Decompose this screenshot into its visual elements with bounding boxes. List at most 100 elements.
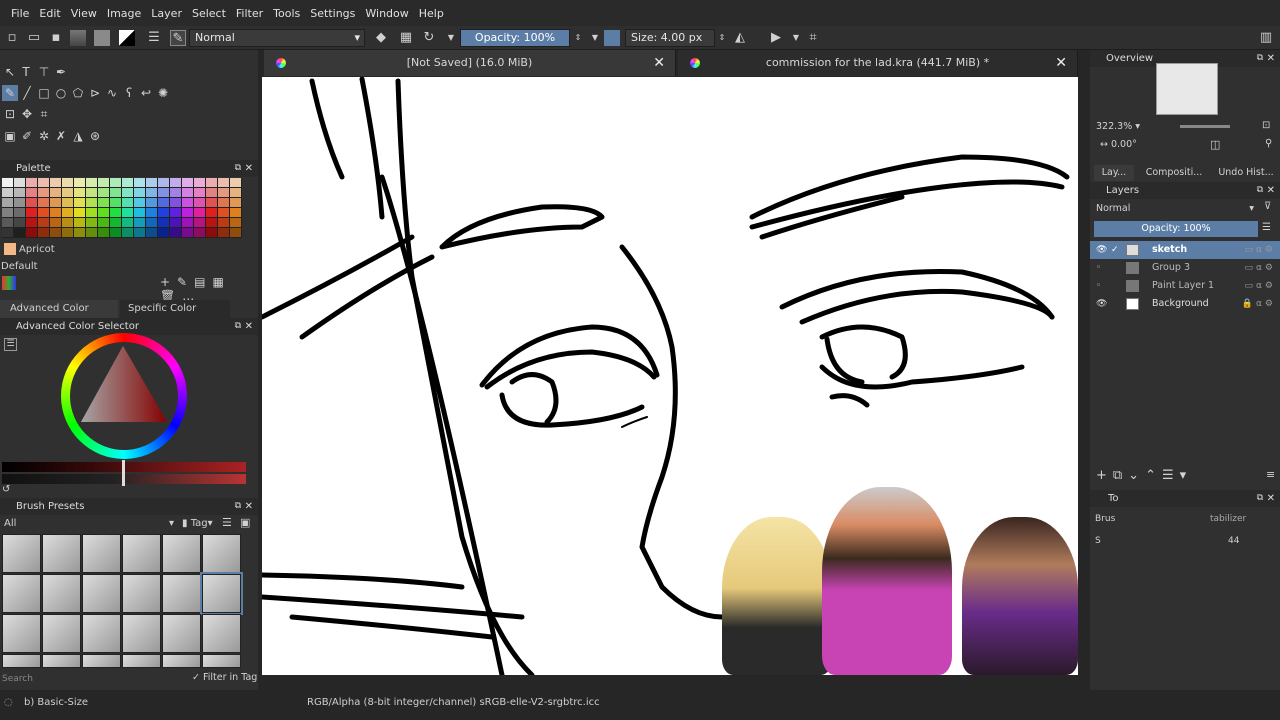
- text-tool-icon[interactable]: T: [18, 64, 34, 80]
- menu-image[interactable]: Image: [102, 7, 146, 20]
- palette-actions[interactable]: +✎▤▦🗑…: [160, 275, 258, 303]
- palette-swatch[interactable]: [194, 178, 206, 188]
- zoom-level[interactable]: 322.3% ▾: [1096, 121, 1140, 132]
- freehand-brush-icon[interactable]: ✎: [2, 85, 18, 101]
- layer-row-sketch[interactable]: 👁 ✓ sketch ▭α⚙: [1090, 241, 1280, 259]
- palette-chooser-icon[interactable]: [2, 276, 16, 290]
- brush-preset-tile[interactable]: [2, 534, 41, 573]
- zoom-slider[interactable]: [1180, 125, 1230, 128]
- palette-swatch[interactable]: [158, 178, 170, 188]
- layer-lock-icons[interactable]: 🔒α⚙: [1242, 295, 1276, 313]
- palette-swatch[interactable]: [74, 208, 86, 218]
- brush-preset-tile[interactable]: [42, 614, 81, 653]
- palette-swatch[interactable]: [230, 218, 242, 228]
- palette-swatch[interactable]: [230, 188, 242, 198]
- palette-swatch[interactable]: [122, 188, 134, 198]
- layer-opacity-slider[interactable]: Opacity: 100%: [1094, 221, 1258, 237]
- palette-swatch[interactable]: [134, 218, 146, 228]
- pin-icon[interactable]: ⚲: [1265, 138, 1272, 149]
- palette-swatch[interactable]: [2, 218, 14, 228]
- brush-filter-select[interactable]: All ▾: [2, 516, 176, 532]
- path-tool-icon[interactable]: ʕ: [121, 85, 137, 101]
- save-icon[interactable]: ▪: [48, 30, 64, 46]
- palette-swatch[interactable]: [170, 178, 182, 188]
- brush-preset-tile[interactable]: [202, 654, 241, 668]
- palette-swatch[interactable]: [170, 208, 182, 218]
- eye-hidden-icon[interactable]: ◦: [1096, 259, 1108, 277]
- float-icon[interactable]: ⧉: [235, 318, 241, 335]
- view-grid-icon[interactable]: ▣: [240, 516, 250, 529]
- float-icon[interactable]: ⧉: [235, 160, 241, 177]
- brush-preset-tile[interactable]: [122, 654, 161, 668]
- palette-swatch[interactable]: [134, 228, 146, 238]
- brush-preset-tile[interactable]: [82, 654, 121, 668]
- palette-swatch[interactable]: [218, 208, 230, 218]
- brush-preset-tile[interactable]: [162, 614, 201, 653]
- smart-patch-icon[interactable]: ✲: [36, 128, 52, 144]
- palette-swatch[interactable]: [122, 218, 134, 228]
- color-triangle[interactable]: [75, 340, 175, 430]
- palette-swatch[interactable]: [170, 188, 182, 198]
- opacity-slider[interactable]: Opacity: 100%: [460, 29, 570, 47]
- open-document-icon[interactable]: ▭: [26, 30, 42, 46]
- palette-swatch[interactable]: [98, 208, 110, 218]
- crop-tool-icon[interactable]: ⌗: [36, 106, 52, 122]
- palette-swatch[interactable]: [74, 188, 86, 198]
- menu-settings[interactable]: Settings: [305, 7, 360, 20]
- palette-swatch[interactable]: [218, 178, 230, 188]
- layer-filter-icon[interactable]: ⊽: [1264, 201, 1271, 212]
- menu-filter[interactable]: Filter: [231, 7, 268, 20]
- reset-icon[interactable]: ↺: [2, 484, 10, 495]
- chevron-down-icon[interactable]: ▼: [587, 30, 603, 46]
- palette-swatch[interactable]: [218, 228, 230, 238]
- assistant-tool-icon[interactable]: ⊛: [87, 128, 103, 144]
- palette-swatch[interactable]: [74, 228, 86, 238]
- palette-swatch[interactable]: [206, 198, 218, 208]
- tab-specific-color-selector[interactable]: Specific Color Selector: [120, 300, 230, 332]
- palette-swatch[interactable]: [194, 228, 206, 238]
- select-tool-icon[interactable]: ↖: [2, 64, 18, 80]
- line-tool-icon[interactable]: ╱: [19, 85, 35, 101]
- tab-document-1[interactable]: [Not Saved] (16.0 MiB) ✕: [264, 50, 676, 76]
- eraser-icon[interactable]: ◆: [373, 30, 389, 46]
- chevron-down-icon[interactable]: ▼: [443, 30, 459, 46]
- palette-swatch[interactable]: [218, 218, 230, 228]
- palette-swatch[interactable]: [2, 188, 14, 198]
- palette-swatch[interactable]: [206, 208, 218, 218]
- palette-swatch[interactable]: [110, 188, 122, 198]
- palette-swatch[interactable]: [182, 208, 194, 218]
- brush-preset-icon[interactable]: ✎: [170, 30, 186, 46]
- palette-swatch[interactable]: [170, 228, 182, 238]
- workspace-icon[interactable]: ▥: [1258, 30, 1274, 46]
- brush-settings-icon[interactable]: ☰: [146, 30, 162, 46]
- palette-swatch[interactable]: [122, 198, 134, 208]
- palette-swatch[interactable]: [182, 188, 194, 198]
- layer-row-background[interactable]: 👁 Background 🔒α⚙: [1090, 295, 1280, 313]
- eye-hidden-icon[interactable]: ◦: [1096, 277, 1108, 295]
- alpha-lock-icon[interactable]: ▦: [398, 30, 414, 46]
- palette-swatch[interactable]: [194, 198, 206, 208]
- fg-bg-color-icon[interactable]: [119, 30, 135, 46]
- brush-preset-tile[interactable]: [122, 534, 161, 573]
- palette-swatch[interactable]: [98, 178, 110, 188]
- palette-swatch[interactable]: [158, 208, 170, 218]
- move-tool-icon[interactable]: ✥: [19, 106, 35, 122]
- brush-preset-tile[interactable]: [82, 574, 121, 613]
- palette-swatch[interactable]: [134, 198, 146, 208]
- palette-swatch[interactable]: [2, 208, 14, 218]
- palette-swatch[interactable]: [206, 188, 218, 198]
- rectangle-tool-icon[interactable]: □: [36, 85, 52, 101]
- palette-swatch[interactable]: [74, 198, 86, 208]
- palette-swatch[interactable]: [26, 188, 38, 198]
- palette-swatch[interactable]: [134, 208, 146, 218]
- close-icon[interactable]: ✕: [1267, 182, 1275, 199]
- palette-swatch[interactable]: [230, 228, 242, 238]
- palette-swatch[interactable]: [14, 188, 26, 198]
- palette-swatch[interactable]: [74, 178, 86, 188]
- layer-lock-icons[interactable]: ▭α⚙: [1244, 241, 1276, 259]
- palette-swatch[interactable]: [38, 188, 50, 198]
- brush-preset-tile[interactable]: [2, 654, 41, 668]
- palette-swatch[interactable]: [206, 228, 218, 238]
- palette-swatch[interactable]: [26, 218, 38, 228]
- palette-swatch[interactable]: [122, 208, 134, 218]
